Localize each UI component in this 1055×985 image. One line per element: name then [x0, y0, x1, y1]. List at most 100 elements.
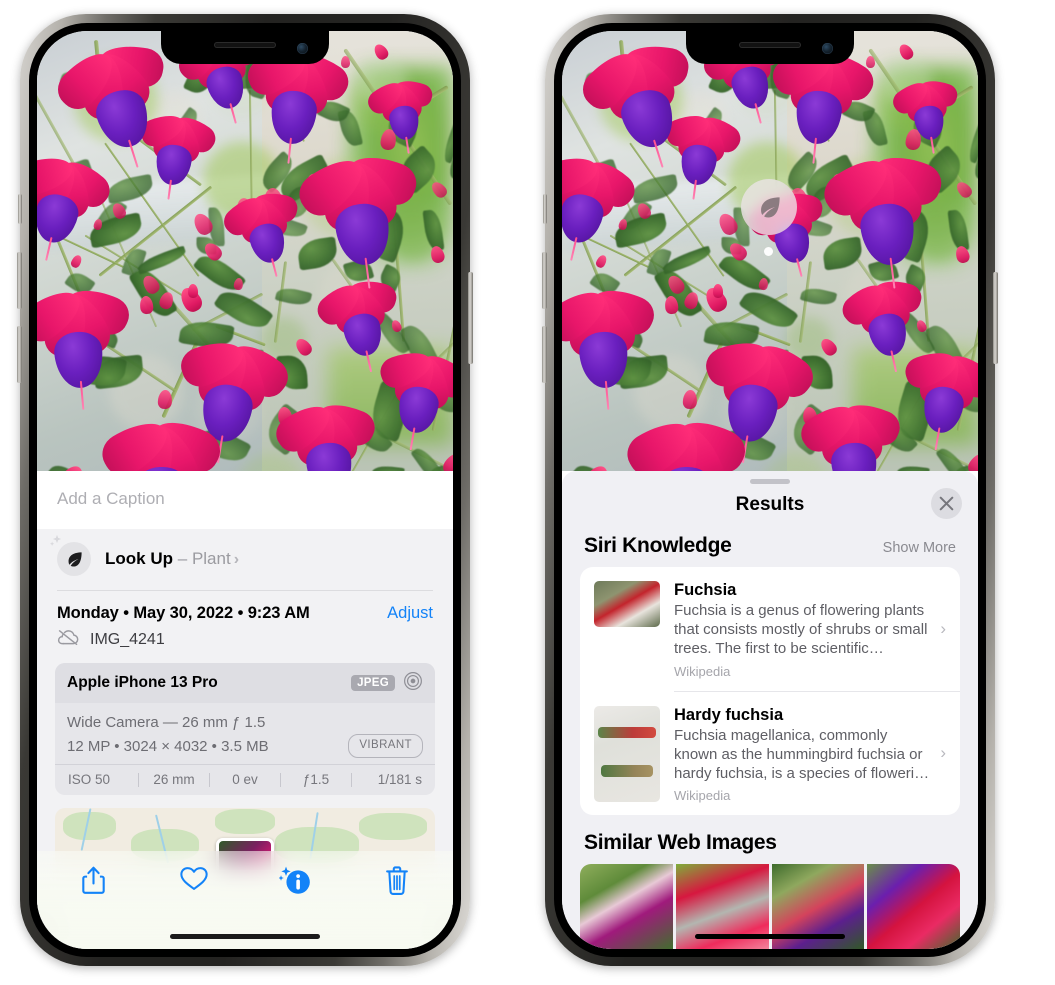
chevron-right-icon: › [940, 618, 946, 638]
lens-info: Wide Camera — 26 mm ƒ 1.5 [67, 714, 266, 731]
notch-left [161, 31, 329, 64]
photo-fuchsia-flower [562, 280, 660, 410]
photo-fuchsia-flower [269, 396, 381, 471]
exif-iso: ISO 50 [68, 772, 111, 788]
photo-info-sheet: Add a Caption Look Up – Plant › Monday •… [37, 471, 453, 949]
visual-lookup-leaf-badge[interactable] [741, 179, 797, 235]
cloud-slash-icon [57, 629, 80, 651]
knowledge-source: Wikipedia [674, 788, 731, 804]
chevron-right-icon: › [233, 551, 240, 568]
results-sheet: Results Siri Knowledge Show More Fuchsia… [562, 471, 978, 949]
photo-fuchsia-flower [37, 280, 135, 410]
chevron-right-icon: › [940, 743, 946, 763]
similar-image-thumb[interactable] [580, 864, 673, 949]
volume-down-button-left[interactable] [17, 326, 22, 383]
metadata-header: Apple iPhone 13 Pro JPEG [55, 663, 435, 703]
format-badge: JPEG [351, 675, 395, 691]
exif-aperture: ƒ1.5 [302, 772, 330, 788]
caption-placeholder: Add a Caption [57, 489, 165, 508]
siri-knowledge-heading: Siri Knowledge [584, 534, 732, 557]
look-up-subject: Plant [191, 549, 231, 568]
photo-fuchsia-flower [619, 411, 752, 471]
knowledge-thumbnail [594, 581, 660, 627]
exif-focal: 26 mm [153, 772, 195, 788]
photo-fuchsia-flower [363, 75, 436, 154]
photo-viewer-right[interactable] [562, 31, 978, 471]
knowledge-thumbnail [594, 705, 660, 802]
knowledge-source: Wikipedia [674, 663, 731, 679]
info-button[interactable] [270, 865, 322, 897]
siri-knowledge-header: Siri Knowledge Show More [562, 530, 978, 567]
look-up-dash: – [177, 549, 188, 568]
photo-fuchsia-flower [901, 345, 978, 451]
aperture-icon [403, 671, 423, 695]
look-up-label: Look Up – Plant › [105, 549, 239, 569]
front-camera-right [822, 43, 833, 54]
photo-bud [713, 284, 724, 299]
home-indicator-left[interactable] [170, 934, 320, 939]
volume-up-button-right[interactable] [542, 252, 547, 309]
exif-ev: 0 ev [232, 772, 258, 788]
knowledge-description: Fuchsia magellanica, commonly known as t… [674, 726, 930, 782]
screen-left: Add a Caption Look Up – Plant › Monday •… [37, 31, 453, 949]
share-button[interactable] [67, 865, 119, 896]
specs-row: 12 MP • 3024 × 4032 • 3.5 MB VIBRANT [67, 734, 423, 759]
caption-field[interactable]: Add a Caption [37, 471, 453, 529]
power-button-right[interactable] [993, 272, 998, 364]
specs-info: 12 MP • 3024 × 4032 • 3.5 MB [67, 737, 269, 755]
knowledge-text: Hardy fuchsia Fuchsia magellanica, commo… [674, 706, 946, 804]
sparkles-icon [48, 533, 66, 556]
photo-bud [865, 55, 876, 69]
front-camera-left [297, 43, 308, 54]
exif-shutter: 1/181 s [377, 772, 422, 788]
earpiece-speaker-left [214, 42, 276, 48]
knowledge-title: Fuchsia [674, 581, 737, 599]
favorite-button[interactable] [168, 865, 220, 892]
knowledge-title: Hardy fuchsia [674, 705, 784, 724]
adjust-button[interactable]: Adjust [387, 604, 433, 623]
power-button-left[interactable] [468, 272, 473, 364]
date-time-row: Monday • May 30, 2022 • 9:23 AM Adjust [37, 591, 453, 625]
photo-fuchsia-flower [376, 345, 453, 451]
knowledge-item-fuchsia[interactable]: Fuchsia Fuchsia is a genus of flowering … [580, 567, 960, 691]
show-more-button[interactable]: Show More [883, 540, 956, 556]
photo-bud [188, 284, 199, 299]
knowledge-description: Fuchsia is a genus of flowering plants t… [674, 602, 928, 658]
photo-fuchsia-flower [815, 147, 947, 290]
photo-fuchsia-flower [290, 147, 422, 290]
home-indicator-right[interactable] [695, 934, 845, 939]
similar-image-thumb[interactable] [867, 864, 960, 949]
photo-viewer[interactable] [37, 31, 453, 471]
delete-button[interactable] [371, 865, 423, 896]
mute-switch-right[interactable] [543, 194, 547, 224]
results-header: Results [562, 484, 978, 530]
earpiece-speaker-right [739, 42, 801, 48]
look-up-row[interactable]: Look Up – Plant › [37, 529, 453, 590]
knowledge-item-hardy-fuchsia[interactable]: Hardy fuchsia Fuchsia magellanica, commo… [580, 692, 960, 816]
metadata-body: Wide Camera — 26 mm ƒ 1.5 12 MP • 3024 ×… [55, 703, 435, 764]
visual-lookup-indicator-dot [764, 247, 773, 256]
photo-fuchsia-flower [888, 75, 961, 154]
right-phone: Results Siri Knowledge Show More Fuchsia… [542, 14, 998, 966]
camera-metadata-card[interactable]: Apple iPhone 13 Pro JPEG Wide Camera — 2… [55, 663, 435, 796]
look-up-text: Look Up [105, 549, 173, 568]
leaf-icon [50, 534, 91, 576]
volume-down-button-right[interactable] [542, 326, 547, 383]
exif-row: ISO 50 26 mm 0 ev ƒ1.5 1/181 s [55, 764, 435, 795]
close-button[interactable] [931, 488, 962, 519]
filename-row: IMG_4241 [37, 625, 453, 663]
volume-up-button-left[interactable] [17, 252, 22, 309]
close-icon [939, 496, 954, 511]
photo-fuchsia-flower [794, 396, 906, 471]
knowledge-text: Fuchsia Fuchsia is a genus of flowering … [674, 581, 946, 679]
similar-web-images-heading: Similar Web Images [584, 831, 777, 855]
photo-filename: IMG_4241 [90, 631, 165, 648]
photo-fuchsia-flower [94, 411, 227, 471]
knowledge-card: Fuchsia Fuchsia is a genus of flowering … [580, 567, 960, 816]
photo-bud [340, 55, 351, 69]
metadata-badges: JPEG [351, 671, 423, 695]
mute-switch-left[interactable] [18, 194, 22, 224]
photographic-style-pill: VIBRANT [348, 734, 423, 759]
left-phone: Add a Caption Look Up – Plant › Monday •… [17, 14, 473, 966]
photo-fuchsia-flower [218, 189, 305, 280]
